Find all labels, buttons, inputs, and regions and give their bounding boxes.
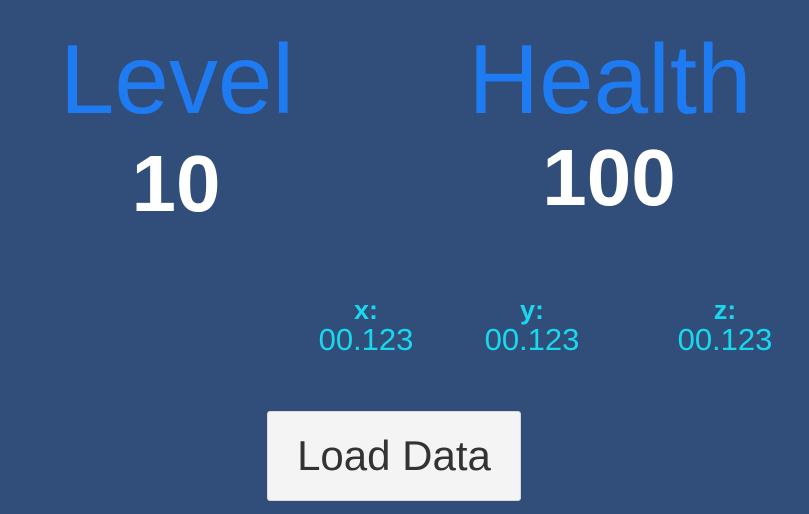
- z-coordinate-label: z:: [713, 295, 737, 325]
- y-coordinate-value: 00.123: [484, 322, 580, 357]
- y-coordinate: y: 00.123: [462, 297, 602, 356]
- z-coordinate-value: 00.123: [677, 322, 773, 357]
- y-coordinate-label: y:: [519, 295, 544, 325]
- health-value: 100: [542, 133, 676, 222]
- level-title: Level: [59, 24, 295, 134]
- x-coordinate: x: 00.123: [296, 297, 436, 356]
- x-coordinate-value: 00.123: [318, 322, 414, 357]
- x-coordinate-label: x:: [353, 295, 378, 325]
- load-data-button[interactable]: Load Data: [267, 411, 521, 501]
- z-coordinate: z: 00.123: [655, 297, 795, 356]
- level-value: 10: [131, 139, 221, 228]
- health-title: Health: [468, 24, 752, 134]
